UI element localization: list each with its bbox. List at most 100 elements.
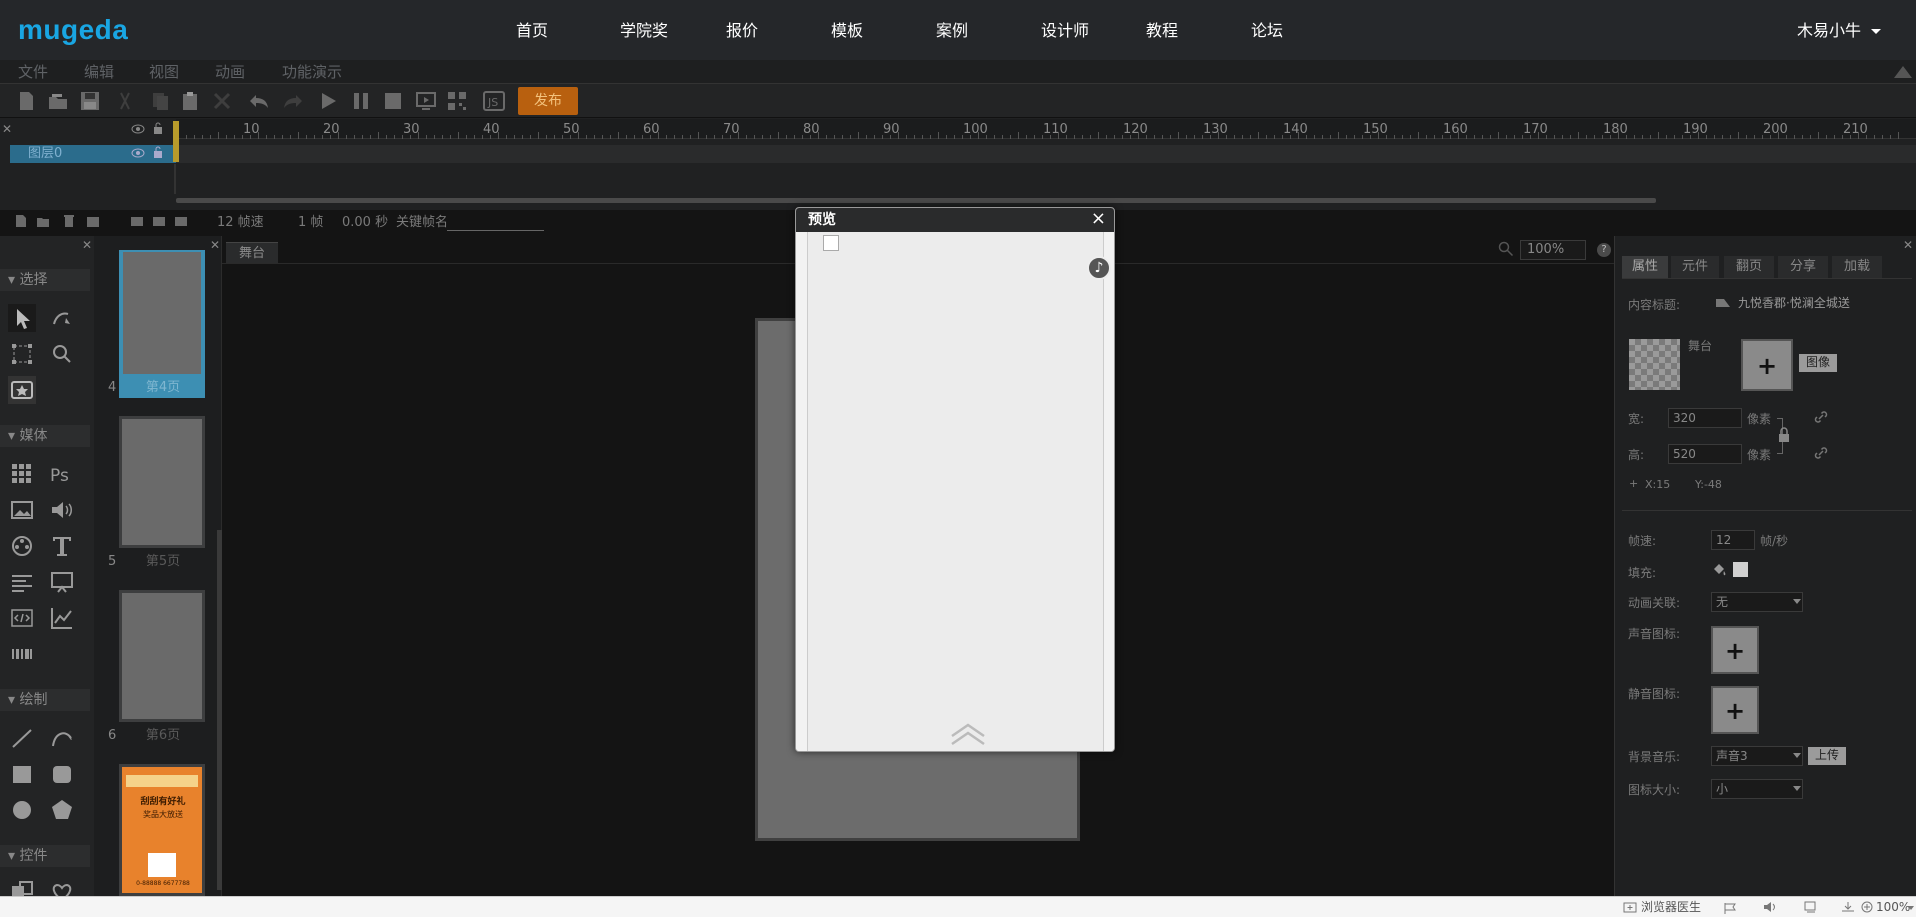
- rectangle-tool-icon[interactable]: [8, 760, 36, 788]
- page-6-thumb[interactable]: [119, 590, 205, 722]
- dialog-header[interactable]: 预览 ×: [796, 208, 1114, 232]
- stage-tool-icon[interactable]: [8, 376, 36, 404]
- menu-edit[interactable]: 编辑: [84, 63, 114, 81]
- aspect-lock-icon[interactable]: [1777, 427, 1791, 443]
- redo-icon[interactable]: [281, 89, 305, 113]
- mugeda-logo[interactable]: mugeda: [18, 14, 128, 46]
- download-icon[interactable]: [1840, 901, 1856, 913]
- barcode-tool-icon[interactable]: [8, 640, 36, 668]
- flag-icon[interactable]: [1723, 902, 1739, 914]
- subselect-tool-icon[interactable]: [48, 304, 76, 332]
- add-mute-icon-button[interactable]: +: [1711, 686, 1759, 734]
- menu-animation[interactable]: 动画: [215, 63, 245, 81]
- upload-button[interactable]: 上传: [1808, 747, 1846, 765]
- add-stage-image-button[interactable]: +: [1741, 339, 1793, 391]
- zoom-in-icon[interactable]: [1861, 901, 1873, 913]
- layer-eye-icon[interactable]: [131, 148, 145, 158]
- polygon-tool-icon[interactable]: [48, 796, 76, 824]
- text-tool-icon[interactable]: [48, 532, 76, 560]
- ellipse-tool-icon[interactable]: [8, 796, 36, 824]
- browser-doctor-link[interactable]: 浏览器医生: [1641, 900, 1701, 914]
- fill-color-swatch[interactable]: [1733, 562, 1748, 577]
- add-layer-icon[interactable]: [14, 214, 28, 228]
- grid-tool-icon[interactable]: [8, 460, 36, 488]
- menu-feature-demo[interactable]: 功能演示: [282, 63, 342, 81]
- collapse-triangle-icon[interactable]: [1894, 66, 1912, 78]
- icon-size-select[interactable]: 小: [1711, 779, 1803, 799]
- page-7-thumb[interactable]: 刮刮有好礼 奖品大放送 0-88888 6677788: [119, 764, 205, 896]
- layer-lock-icon[interactable]: [153, 146, 163, 158]
- nav-forum[interactable]: 论坛: [1251, 20, 1283, 42]
- zoom-select[interactable]: 100%: [1520, 240, 1586, 260]
- open-folder-icon[interactable]: [46, 89, 70, 113]
- menu-file[interactable]: 文件: [18, 63, 48, 81]
- zoom-tool-icon[interactable]: [48, 340, 76, 368]
- speaker-icon[interactable]: [1762, 901, 1778, 913]
- delete-layer-icon[interactable]: [62, 214, 76, 228]
- browser-zoom-value[interactable]: 100%: [1876, 900, 1910, 914]
- layer-props-icon[interactable]: [86, 214, 100, 228]
- save-icon[interactable]: [78, 89, 102, 113]
- doctor-icon[interactable]: [1623, 901, 1637, 913]
- eye-icon[interactable]: [131, 124, 145, 134]
- copy-icon[interactable]: [148, 89, 172, 113]
- nav-templates[interactable]: 模板: [831, 20, 863, 42]
- delete-icon[interactable]: [210, 89, 234, 113]
- rounded-rect-tool-icon[interactable]: [48, 760, 76, 788]
- add-folder-icon[interactable]: [36, 214, 50, 228]
- tab-stage[interactable]: 舞台: [226, 242, 278, 264]
- undo-icon[interactable]: [247, 89, 271, 113]
- paragraph-tool-icon[interactable]: [8, 568, 36, 596]
- photoshop-icon[interactable]: Ps: [48, 460, 76, 488]
- video-tool-icon[interactable]: [8, 532, 36, 560]
- audio-tool-icon[interactable]: [48, 496, 76, 524]
- nav-pricing[interactable]: 报价: [726, 20, 758, 42]
- preview-frame[interactable]: ♪: [807, 232, 1111, 751]
- chart-tool-icon[interactable]: [48, 604, 76, 632]
- heart-tool-icon[interactable]: [48, 878, 76, 896]
- nav-home[interactable]: 首页: [516, 20, 548, 42]
- timeline-scrollbar[interactable]: [176, 198, 1656, 203]
- pointer-tool-icon[interactable]: [8, 304, 36, 332]
- frame-icon-2[interactable]: [152, 214, 166, 228]
- lock-icon[interactable]: [153, 122, 163, 134]
- anim-link-select[interactable]: 无: [1711, 592, 1803, 612]
- qr-code-icon[interactable]: [445, 89, 469, 113]
- nav-cases[interactable]: 案例: [936, 20, 968, 42]
- tab-page-turn[interactable]: 翻页: [1724, 256, 1774, 278]
- frame-icon-1[interactable]: [130, 214, 144, 228]
- tab-share[interactable]: 分享: [1778, 256, 1828, 278]
- screen-icon[interactable]: [1803, 901, 1819, 913]
- transform-tool-icon[interactable]: [8, 340, 36, 368]
- preview-screen-icon[interactable]: [414, 89, 438, 113]
- menu-view[interactable]: 视图: [149, 63, 179, 81]
- image-tool-icon[interactable]: [8, 496, 36, 524]
- bgm-select[interactable]: 声音3: [1711, 746, 1803, 766]
- frames-track[interactable]: [176, 145, 1916, 163]
- close-icon[interactable]: ✕: [2, 122, 12, 136]
- pause-icon[interactable]: [349, 89, 373, 113]
- presentation-tool-icon[interactable]: [48, 568, 76, 596]
- new-file-icon[interactable]: [14, 89, 38, 113]
- nav-academy-award[interactable]: 学院奖: [620, 20, 668, 42]
- height-link-icon[interactable]: [1813, 445, 1829, 461]
- publish-button[interactable]: 发布: [518, 87, 578, 115]
- title-edit-icon[interactable]: [1714, 295, 1732, 311]
- page-4-thumb[interactable]: [123, 252, 201, 374]
- height-input[interactable]: 520: [1668, 444, 1742, 464]
- curve-tool-icon[interactable]: [48, 724, 76, 752]
- play-icon[interactable]: [316, 89, 340, 113]
- page-5-thumb[interactable]: [119, 416, 205, 548]
- close-icon[interactable]: ×: [1091, 209, 1106, 229]
- tab-symbols[interactable]: 元件: [1671, 256, 1719, 278]
- image-button[interactable]: 图像: [1799, 354, 1837, 372]
- code-tool-icon[interactable]: [8, 604, 36, 632]
- props-close-icon[interactable]: ✕: [1903, 238, 1913, 252]
- tab-properties[interactable]: 属性: [1622, 256, 1668, 278]
- stop-icon[interactable]: [381, 89, 405, 113]
- tools-close-icon[interactable]: ✕: [82, 238, 92, 252]
- nav-tutorials[interactable]: 教程: [1146, 20, 1178, 42]
- paste-icon[interactable]: [178, 89, 202, 113]
- user-menu[interactable]: 木易小牛: [1797, 20, 1881, 42]
- pages-close-icon[interactable]: ✕: [210, 238, 220, 252]
